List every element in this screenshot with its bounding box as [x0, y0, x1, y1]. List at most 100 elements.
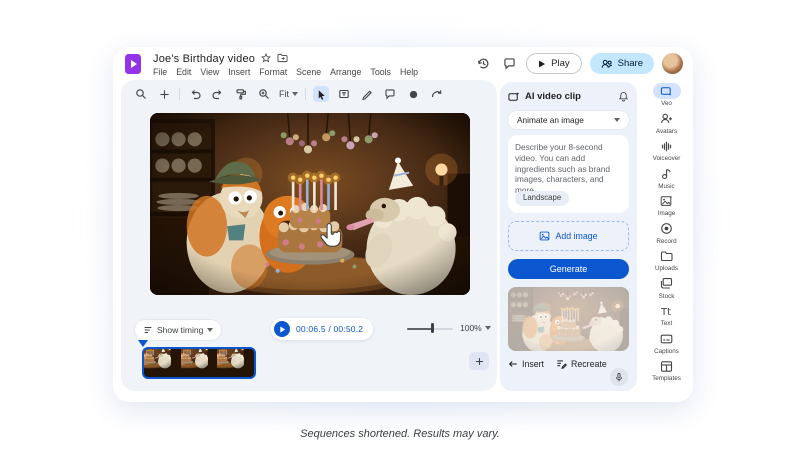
fit-label: Fit — [279, 89, 289, 99]
recreate-icon — [556, 358, 567, 369]
rail-item-record[interactable]: Record — [640, 221, 693, 249]
avatars-icon — [660, 112, 673, 125]
veo-icon — [660, 85, 673, 97]
zoom-slider-track — [433, 328, 453, 330]
show-timing-dropdown[interactable]: Show timing — [135, 320, 221, 340]
generate-button[interactable]: Generate — [508, 259, 629, 279]
comments-icon[interactable] — [500, 55, 518, 73]
move-folder-icon[interactable] — [277, 53, 288, 63]
add-image-label: Add image — [555, 231, 597, 241]
mode-selected-value: Animate an image — [517, 115, 584, 125]
timeline-play-button[interactable] — [274, 321, 290, 337]
insert-button[interactable]: Insert — [508, 359, 544, 369]
prompt-placeholder: Describe your 8-second video. You can ad… — [515, 142, 610, 195]
rail-item-veo[interactable]: Veo — [640, 83, 693, 111]
chevron-down-icon — [292, 92, 298, 96]
version-history-icon[interactable] — [474, 55, 492, 73]
ai-panel-header: AI video clip — [508, 90, 629, 103]
zoom-in-icon[interactable] — [256, 86, 272, 102]
titlebar-actions: Play Share — [474, 53, 683, 74]
chevron-down-icon — [207, 328, 213, 332]
menu-tools[interactable]: Tools — [370, 67, 391, 77]
shape-tool-icon[interactable] — [405, 86, 421, 102]
comment-tool-icon[interactable] — [382, 86, 398, 102]
menu-format[interactable]: Format — [259, 67, 287, 77]
rail-item-templates[interactable]: Templates — [640, 358, 693, 386]
mic-icon — [614, 372, 624, 383]
generated-preview[interactable] — [508, 287, 629, 351]
document-title[interactable]: Joe's Birthday video — [153, 53, 255, 65]
disclaimer-caption: Sequences shortened. Results may vary. — [0, 428, 800, 440]
stock-media-icon — [660, 277, 673, 290]
zoom-slider[interactable] — [407, 323, 453, 333]
menu-help[interactable]: Help — [400, 67, 418, 77]
share-button[interactable]: Share — [590, 53, 654, 74]
paint-format-icon[interactable] — [233, 86, 249, 102]
chevron-down-icon — [485, 326, 491, 330]
rotate-tool-icon[interactable] — [428, 86, 444, 102]
time-display: 00:06.5 / 00:50.2 — [296, 324, 363, 334]
toolbar-divider — [179, 88, 180, 100]
add-image-button[interactable]: Add image — [508, 221, 629, 251]
recreate-label: Recreate — [571, 359, 607, 369]
menu-edit[interactable]: Edit — [176, 67, 191, 77]
plus-icon — [475, 357, 484, 366]
text-icon: Tt — [660, 305, 673, 318]
zoom-slider-handle[interactable] — [431, 323, 434, 333]
menu-arrange[interactable]: Arrange — [330, 67, 361, 77]
zoom-level-dropdown[interactable]: 100% — [460, 323, 491, 333]
microphone-button[interactable] — [610, 368, 628, 386]
mode-selector-dropdown[interactable]: Animate an image — [508, 111, 629, 129]
app-window: Joe's Birthday video File Edit View Inse… — [113, 47, 693, 402]
play-button[interactable]: Play — [526, 53, 581, 74]
desktop-background: Joe's Birthday video File Edit View Inse… — [0, 0, 800, 450]
star-icon[interactable] — [261, 53, 271, 63]
templates-icon — [660, 360, 673, 373]
music-icon — [660, 167, 673, 180]
rail-item-avatars[interactable]: Avatars — [640, 111, 693, 139]
select-tool-icon[interactable] — [313, 86, 329, 102]
undo-icon[interactable] — [187, 86, 203, 102]
share-button-label: Share — [618, 58, 643, 69]
rail-item-music[interactable]: Music — [640, 166, 693, 194]
prompt-input[interactable]: Describe your 8-second video. You can ad… — [508, 135, 629, 213]
rail-item-voiceover[interactable]: Voiceover — [640, 138, 693, 166]
canvas-zoom-control: 100% — [407, 323, 491, 333]
rail-item-uploads[interactable]: Uploads — [640, 248, 693, 276]
pen-tool-icon[interactable] — [359, 86, 375, 102]
menu-scene[interactable]: Scene — [296, 67, 321, 77]
account-avatar[interactable] — [662, 53, 683, 74]
show-timing-icon — [143, 325, 153, 335]
menu-insert[interactable]: Insert — [228, 67, 250, 77]
timeline-playhead[interactable] — [138, 340, 148, 347]
show-timing-label: Show timing — [157, 325, 203, 335]
add-scene-icon[interactable] — [156, 86, 172, 102]
zoom-slider-track-filled — [407, 328, 433, 330]
toolbar: Fit — [133, 84, 444, 104]
recreate-button[interactable]: Recreate — [556, 358, 607, 369]
add-clip-button[interactable] — [469, 352, 489, 370]
video-preview[interactable] — [150, 113, 470, 295]
menu-file[interactable]: File — [153, 67, 167, 77]
fit-dropdown[interactable]: Fit — [279, 89, 298, 99]
notification-bell-icon[interactable] — [618, 91, 629, 102]
image-sparkle-icon — [660, 195, 673, 207]
ai-panel-footer: Insert Recreate — [508, 358, 629, 369]
svg-text:Tt: Tt — [660, 307, 671, 318]
preview-fade-overlay — [508, 287, 629, 351]
timeline-clip-selected[interactable] — [142, 347, 256, 379]
ai-video-clip-panel: AI video clip Animate an image Describe … — [500, 82, 637, 391]
menu-view[interactable]: View — [200, 67, 219, 77]
zoom-tool-icon[interactable] — [133, 86, 149, 102]
rail-item-stock[interactable]: Stock — [640, 276, 693, 304]
vids-logo[interactable] — [124, 54, 144, 74]
text-box-icon[interactable] — [336, 86, 352, 102]
rail-item-image[interactable]: Image — [640, 193, 693, 221]
menubar: File Edit View Insert Format Scene Arran… — [153, 67, 418, 77]
canvas-area: Fit Show timing — [121, 80, 497, 391]
rail-item-text[interactable]: Tt Text — [640, 303, 693, 331]
chevron-down-icon — [614, 118, 620, 122]
aspect-ratio-chip[interactable]: Landscape — [515, 191, 569, 206]
rail-item-captions[interactable]: Captions — [640, 331, 693, 359]
redo-icon[interactable] — [210, 86, 226, 102]
